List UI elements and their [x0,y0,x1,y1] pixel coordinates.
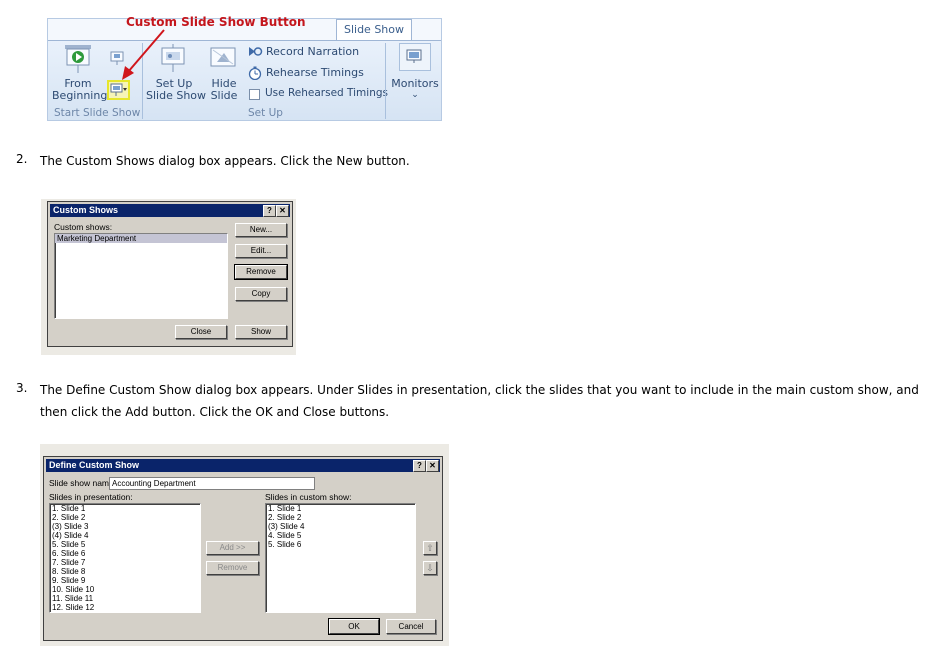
use-rehearsed-timings-label[interactable]: Use Rehearsed Timings [265,87,388,100]
tab-slide-show[interactable]: Slide Show [336,19,412,40]
list-item[interactable]: 7. Slide 7 [50,558,200,567]
help-icon[interactable]: ? [413,460,426,472]
ribbon-screenshot: Slide Show From Beginning Set Up Slide S… [47,18,442,121]
step-2-text: The Custom Shows dialog box appears. Cli… [40,154,410,168]
rehearse-timings-icon[interactable] [248,66,263,80]
remove-button[interactable]: Remove [206,561,259,575]
edit-button[interactable]: Edit... [235,244,287,258]
cancel-button[interactable]: Cancel [386,619,436,634]
dialog-title: Define Custom Show [49,460,140,470]
help-icon[interactable]: ? [263,205,276,217]
custom-shows-label: Custom shows: [54,222,113,232]
dialog-title-bar: Custom Shows ? ✕ [50,204,290,217]
list-item[interactable]: (3) Slide 3 [50,522,200,531]
monitor-icon[interactable] [406,48,422,64]
list-item[interactable]: Marketing Department [55,234,227,243]
presentation-slides-list[interactable]: 1. Slide 1 2. Slide 2 (3) Slide 3 (4) Sl… [49,503,201,613]
monitors-dropdown-arrow[interactable]: ⌄ [388,89,441,102]
ok-button[interactable]: OK [328,618,380,635]
new-button[interactable]: New... [235,223,287,237]
list-item[interactable]: 1. Slide 1 [50,504,200,513]
remove-button[interactable]: Remove [234,264,288,280]
list-item[interactable]: 5. Slide 6 [266,540,415,549]
group-separator [385,43,386,119]
step-3-number: 3. [16,381,28,395]
list-item[interactable]: 5. Slide 5 [50,540,200,549]
list-item[interactable]: 10. Slide 10 [50,585,200,594]
show-name-label: Slide show name: [49,478,117,488]
copy-button[interactable]: Copy [235,287,287,301]
move-down-button[interactable]: ⇩ [423,561,437,575]
from-beginning-label-2[interactable]: Beginning [52,89,107,102]
move-up-button[interactable]: ⇧ [423,541,437,555]
custom-show-slides-list[interactable]: 1. Slide 1 2. Slide 2 (3) Slide 4 4. Sli… [265,503,416,613]
slides-in-presentation-label: Slides in presentation: [49,492,133,502]
list-item[interactable]: 12. Slide 12 [50,603,200,612]
close-icon[interactable]: ✕ [426,460,439,472]
step-3-line-1: The Define Custom Show dialog box appear… [40,383,919,397]
close-button[interactable]: Close [175,325,227,339]
add-button[interactable]: Add >> [206,541,259,555]
group-label-setup: Set Up [248,107,283,119]
step-2-number: 2. [16,152,28,166]
dialog-title-bar: Define Custom Show ? ✕ [46,459,440,472]
record-narration-icon[interactable] [248,45,263,58]
use-rehearsed-timings-checkbox[interactable] [249,89,260,100]
list-item[interactable]: (3) Slide 4 [266,522,415,531]
setup-label-2[interactable]: Slide Show [146,89,206,102]
list-item[interactable]: (4) Slide 4 [50,531,200,540]
callout-label: Custom Slide Show Button [126,15,306,29]
list-item[interactable]: 9. Slide 9 [50,576,200,585]
custom-shows-list[interactable]: Marketing Department [54,233,228,319]
list-item[interactable]: 4. Slide 5 [266,531,415,540]
group-label-start-slide-show: Start Slide Show [54,107,141,119]
list-item[interactable]: 1. Slide 1 [266,504,415,513]
step-3-line-2: then click the Add button. Click the OK … [40,405,390,419]
list-item[interactable]: 8. Slide 8 [50,567,200,576]
callout-arrow-icon [122,29,165,80]
tab-edge [411,19,441,39]
list-item[interactable]: 11. Slide 11 [50,594,200,603]
custom-shows-dialog: Custom Shows ? ✕ Custom shows: Marketing… [47,201,293,347]
show-button[interactable]: Show [235,325,287,339]
slides-in-custom-show-label: Slides in custom show: [265,492,352,502]
rehearse-timings-button[interactable]: Rehearse Timings [266,66,364,79]
projector-screen-icon[interactable] [62,43,94,75]
record-narration-button[interactable]: Record Narration [266,45,359,58]
close-icon[interactable]: ✕ [276,205,289,217]
show-name-input[interactable]: Accounting Department [109,477,315,490]
list-item[interactable]: 2. Slide 2 [50,513,200,522]
dialog-title: Custom Shows [53,205,119,215]
hide-slide-icon[interactable] [208,45,238,73]
define-custom-show-dialog: Define Custom Show ? ✕ Slide show name: … [43,456,443,641]
list-item[interactable]: 6. Slide 6 [50,549,200,558]
hide-slide-label-2[interactable]: Slide [204,89,244,102]
list-item[interactable]: 2. Slide 2 [266,513,415,522]
